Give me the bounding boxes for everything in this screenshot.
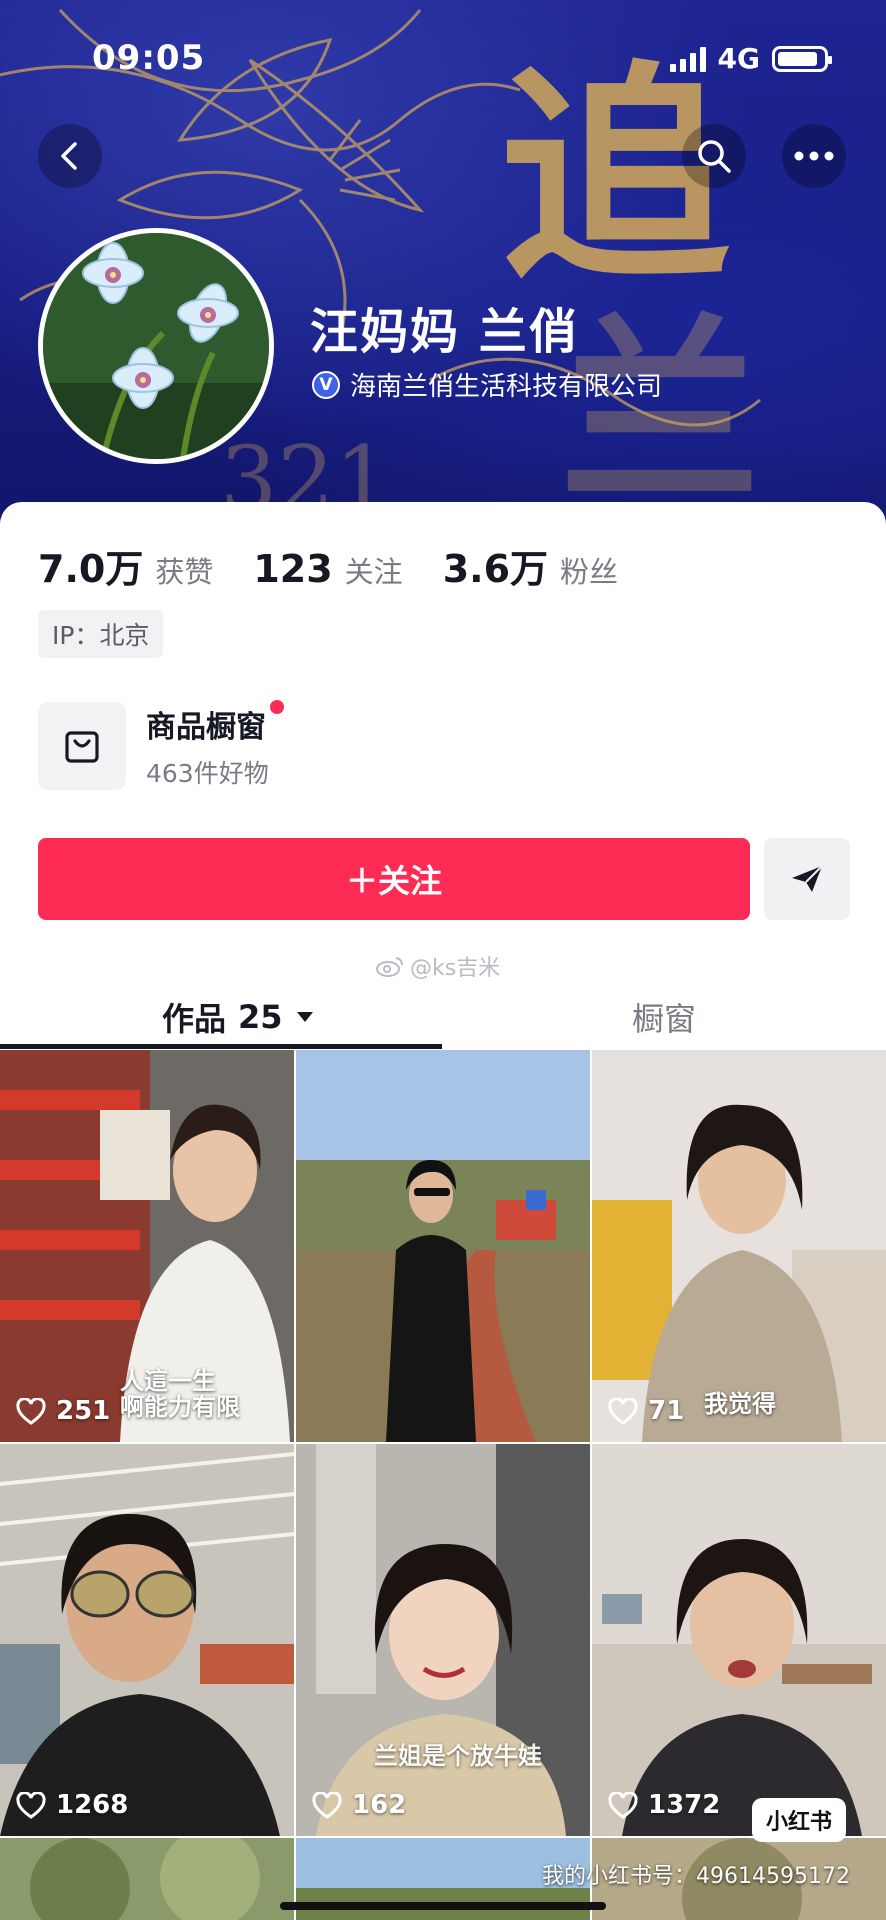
like-count-value: 71 [648,1396,685,1426]
heart-icon [608,1791,638,1819]
search-button[interactable] [682,124,746,188]
avatar[interactable] [38,228,274,464]
like-count-value: 251 [56,1396,111,1426]
video-tile[interactable] [296,1050,590,1442]
chevron-left-icon [61,142,77,170]
profile-card: 7.0万 获赞 123 关注 3.6万 粉丝 IP：北京 商品橱窗 463件好物… [0,502,886,1920]
orchid-avatar-image [43,233,269,459]
stat-likes[interactable]: 7.0万 获赞 [38,538,213,593]
heart-icon [16,1397,46,1425]
shop-subtitle: 463件好物 [146,759,269,788]
video-thumbnail [0,1444,294,1836]
follow-button[interactable]: ＋关注 [38,838,750,920]
more-dots-icon [794,151,834,161]
verification-row: V 海南兰俏生活科技有限公司 [312,366,662,403]
video-tile[interactable]: 1372 [592,1444,886,1836]
active-tab-indicator [0,1044,442,1049]
stat-number: 3.6万 [442,547,549,591]
heart-icon [608,1397,638,1425]
like-count-value: 1268 [56,1790,129,1820]
tab-works-count: 25 [238,998,283,1036]
like-count: 1372 [608,1790,720,1820]
video-caption: 人這一生 啊能力有限 [120,1367,240,1422]
network-type: 4G [717,42,760,75]
stats-row: 7.0万 获赞 123 关注 3.6万 粉丝 [38,538,618,593]
battery-icon [772,45,832,72]
shopping-bag-icon [65,731,99,763]
stat-number: 123 [253,547,333,591]
stat-following[interactable]: 123 关注 [253,547,402,591]
video-tile[interactable]: 1268 [0,1444,294,1836]
heart-icon [16,1791,46,1819]
video-tile[interactable]: 兰姐是个放牛娃 162 [296,1444,590,1836]
xiaohongshu-badge: 小红书 [751,1798,846,1842]
video-tile[interactable]: 人這一生 啊能力有限 251 [0,1050,294,1442]
home-indicator [280,1902,606,1910]
like-count-value: 1372 [648,1790,721,1820]
stat-label: 关注 [344,555,403,589]
follow-button-label: ＋关注 [345,862,442,900]
company-name: 海南兰俏生活科技有限公司 [350,372,663,402]
ip-location-tag: IP：北京 [38,610,164,658]
video-thumbnail [296,1050,590,1442]
more-button[interactable] [782,124,846,188]
tab-shop-window[interactable]: 橱窗 [632,982,696,1052]
signal-icon [669,46,706,72]
video-caption: 兰姐是个放牛娃 [374,1742,542,1770]
heart-icon [312,1791,342,1819]
weibo-watermark: @ks吉米 [376,950,500,982]
shop-title: 商品橱窗 [146,710,266,745]
video-tile[interactable]: 我觉得 71 [592,1050,886,1442]
profile-banner: 321 追 兰 09:05 4G 汪妈妈 兰俏 V 海南兰俏生活科技有限公司 [0,0,886,530]
verified-icon: V [312,370,340,399]
status-icons: 4G [669,42,832,75]
video-thumbnail [592,1444,886,1836]
weibo-icon [376,957,403,977]
video-thumbnail [0,1838,294,1920]
status-time: 09:05 [92,38,206,78]
content-tabs: 作品 25 橱窗 [0,982,886,1052]
stat-label: 获赞 [155,555,214,589]
like-count-value: 162 [352,1790,407,1820]
profile-name: 汪妈妈 兰俏 [310,304,579,360]
tab-works[interactable]: 作品 25 [162,982,315,1052]
caret-down-icon [296,1012,313,1022]
tab-works-label: 作品 [162,1000,227,1038]
back-button[interactable] [38,124,102,188]
video-caption: 我觉得 [704,1390,776,1418]
shop-window-entry[interactable]: 商品橱窗 463件好物 [38,700,284,790]
tab-shop-label: 橱窗 [632,1000,697,1038]
stat-number: 7.0万 [38,547,144,591]
stat-followers[interactable]: 3.6万 粉丝 [443,538,618,593]
xiaohongshu-id-watermark: 我的小红书号：4961459517​2 [542,1864,850,1889]
notification-dot [270,700,284,714]
send-message-button[interactable] [764,838,850,920]
stat-label: 粉丝 [560,555,619,589]
watermark-text: @ks吉米 [410,956,501,981]
paper-plane-icon [792,865,823,892]
like-count: 1268 [16,1790,128,1820]
like-count: 162 [312,1790,406,1820]
shop-icon-box [38,702,126,790]
search-icon [698,140,731,173]
like-count: 71 [608,1396,684,1426]
like-count: 251 [16,1396,110,1426]
video-tile[interactable] [0,1838,294,1920]
video-thumbnail [296,1444,590,1836]
